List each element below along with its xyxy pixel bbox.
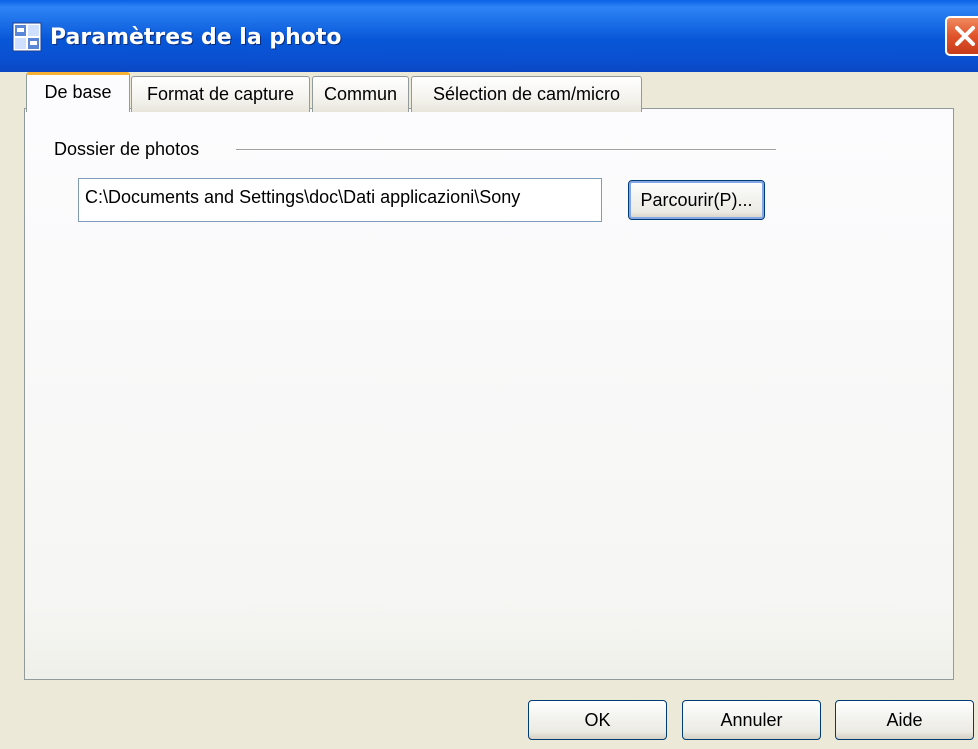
title-bar[interactable]: Paramètres de la photo xyxy=(0,0,978,72)
help-button[interactable]: Aide xyxy=(835,700,974,740)
window-title: Paramètres de la photo xyxy=(50,25,342,50)
ok-button[interactable]: OK xyxy=(528,700,667,740)
browse-button[interactable]: Parcourir(P)... xyxy=(628,180,765,220)
photo-folder-path-field[interactable]: C:\Documents and Settings\doc\Dati appli… xyxy=(78,178,602,222)
tab-de-base[interactable]: De base xyxy=(26,72,130,112)
photo-settings-dialog: Paramètres de la photo De base Format de… xyxy=(0,0,978,749)
tab-format-de-capture[interactable]: Format de capture xyxy=(131,76,310,112)
close-button[interactable] xyxy=(945,16,978,56)
close-icon xyxy=(955,26,975,46)
photo-settings-icon xyxy=(12,22,42,52)
group-divider xyxy=(236,149,776,151)
tab-commun[interactable]: Commun xyxy=(312,76,409,112)
tab-selection-cam-micro[interactable]: Sélection de cam/micro xyxy=(411,76,642,112)
photo-folder-group-label: Dossier de photos xyxy=(54,139,200,159)
cancel-button[interactable]: Annuler xyxy=(682,700,821,740)
